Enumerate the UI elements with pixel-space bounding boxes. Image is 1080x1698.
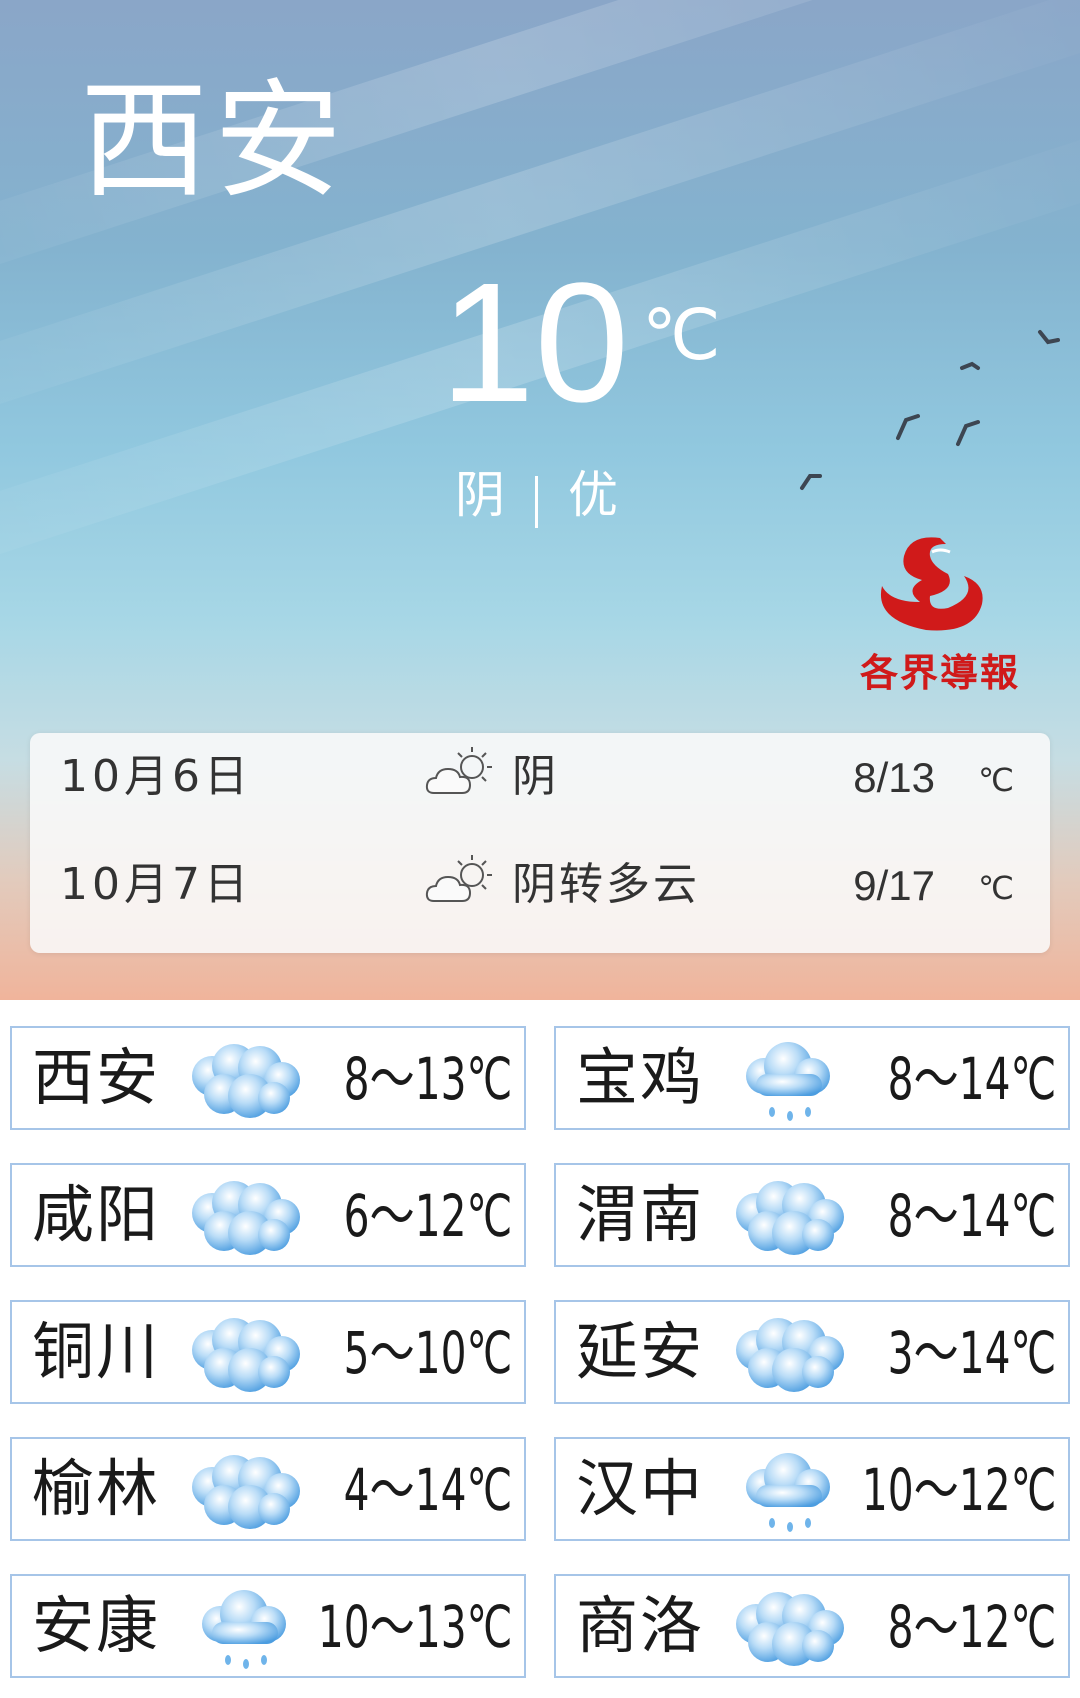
city-name: 铜川	[32, 1315, 161, 1388]
city-name: 安康	[32, 1589, 161, 1662]
city-grid: 西安 8～13℃ 宝鸡 8～14℃ 咸阳 6～12℃ 渭南 8～14℃ 铜川 5…	[0, 1000, 1080, 1698]
overcast-icon	[726, 1310, 856, 1400]
forecast-panel: 10月6日 阴 8/13 ℃ 10月7日 阴转多云 9/17 ℃	[30, 733, 1050, 953]
city-temp-range: 10～13℃	[317, 1593, 512, 1661]
city-cell-shangluo: 商洛 8～12℃	[554, 1574, 1070, 1678]
overcast-icon	[182, 1173, 312, 1263]
city-name: 西安	[32, 1041, 161, 1114]
city-cell-yanan: 延安 3～14℃	[554, 1300, 1070, 1404]
newspaper-logo-icon	[880, 537, 983, 631]
city-name: 延安	[576, 1315, 705, 1388]
city-temp-range: 8～14℃	[887, 1045, 1056, 1113]
city-name: 汉中	[576, 1452, 705, 1525]
forecast-range: 8/13	[853, 754, 935, 801]
city-name: 商洛	[576, 1589, 705, 1662]
city-temp-range: 4～14℃	[343, 1456, 512, 1524]
forecast-range: 9/17	[853, 862, 935, 909]
city-title: 西安	[80, 67, 349, 216]
newspaper-logo-text: 各界導報	[860, 650, 1021, 695]
overcast-icon	[726, 1584, 856, 1674]
city-cell-ankang: 安康 10～13℃	[10, 1574, 526, 1678]
city-temp-range: 8～14℃	[887, 1182, 1056, 1250]
light-rain-icon	[726, 1447, 856, 1537]
city-name: 咸阳	[32, 1178, 161, 1251]
city-name: 渭南	[576, 1178, 705, 1251]
overcast-icon	[182, 1310, 312, 1400]
current-condition: 阴	[455, 466, 505, 524]
city-cell-weinan: 渭南 8～14℃	[554, 1163, 1070, 1267]
light-rain-icon	[726, 1036, 856, 1126]
cloudy-sun-icon	[422, 743, 502, 803]
forecast-unit: ℃	[978, 869, 1014, 907]
forecast-date: 10月7日	[60, 859, 252, 910]
birds-icon	[800, 330, 1060, 490]
city-cell-xianyang: 咸阳 6～12℃	[10, 1163, 526, 1267]
current-temperature: 10	[440, 248, 630, 438]
forecast-row: 10月7日 阴转多云 9/17 ℃	[30, 841, 1050, 931]
city-temp-range: 10～12℃	[861, 1456, 1056, 1524]
city-cell-hanzhong: 汉中 10～12℃	[554, 1437, 1070, 1541]
weather-hero: 西安 10 ℃ 阴 优 各界導報 10月6日 阴 8/13 ℃ 10月7日 阴转…	[0, 0, 1080, 1000]
city-cell-tongchuan: 铜川 5～10℃	[10, 1300, 526, 1404]
city-name: 宝鸡	[576, 1041, 705, 1114]
overcast-icon	[182, 1447, 312, 1537]
city-cell-baoji: 宝鸡 8～14℃	[554, 1026, 1070, 1130]
city-name: 榆林	[32, 1452, 161, 1525]
city-temp-range: 8～13℃	[343, 1045, 512, 1113]
air-quality: 优	[568, 466, 618, 524]
city-temp-range: 6～12℃	[343, 1182, 512, 1250]
forecast-row: 10月6日 阴 8/13 ℃	[30, 733, 1050, 823]
city-temp-range: 8～12℃	[887, 1593, 1056, 1661]
overcast-icon	[182, 1036, 312, 1126]
temperature-unit: ℃	[642, 294, 721, 376]
cloudy-sun-icon	[422, 851, 502, 911]
forecast-unit: ℃	[978, 761, 1014, 799]
city-cell-yulin: 榆林 4～14℃	[10, 1437, 526, 1541]
overcast-icon	[726, 1173, 856, 1263]
divider	[535, 476, 538, 528]
city-temp-range: 5～10℃	[343, 1319, 512, 1387]
city-cell-xian: 西安 8～13℃	[10, 1026, 526, 1130]
light-rain-icon	[182, 1584, 312, 1674]
forecast-date: 10月6日	[60, 751, 252, 802]
city-temp-range: 3～14℃	[887, 1319, 1056, 1387]
forecast-condition: 阴转多云	[512, 859, 700, 910]
forecast-condition: 阴	[512, 751, 559, 802]
